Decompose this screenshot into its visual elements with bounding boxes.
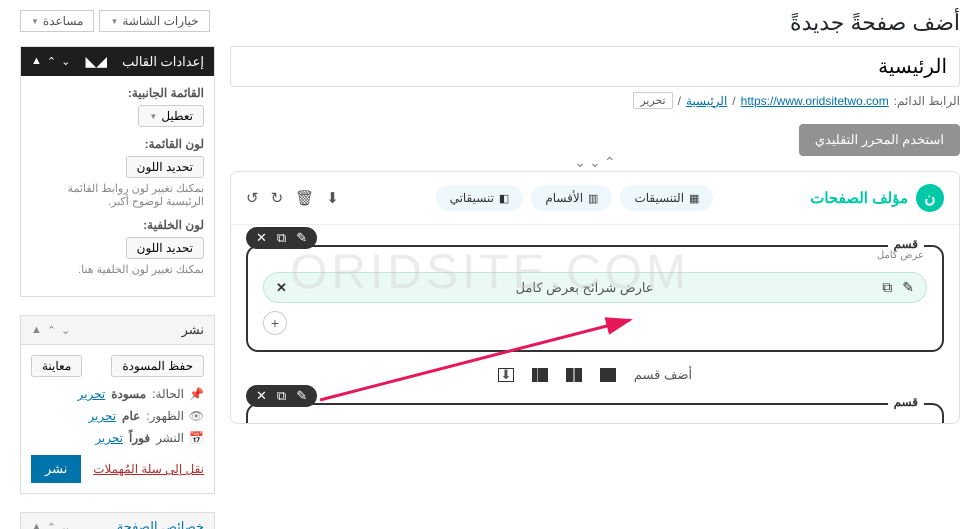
panel-title: إعدادات القالب bbox=[122, 54, 204, 70]
permalink-base-url[interactable]: https://www.oridsitetwo.com bbox=[741, 94, 889, 108]
chevron-down-icon: ▼ bbox=[149, 112, 157, 121]
bg-color-hint: بمكنك تغيير لون الخلفية هنا. bbox=[31, 263, 204, 276]
tab-layouts[interactable]: ▦التنسيقات bbox=[620, 185, 713, 211]
tab-sections[interactable]: ▥الأقسام bbox=[531, 185, 612, 211]
chevron-down-icon[interactable]: ⌄ bbox=[589, 154, 601, 171]
edit-icon[interactable]: ✎ bbox=[902, 279, 914, 296]
add-section-bar: أضف قسم ⬇ bbox=[231, 367, 959, 383]
panel-title: خصائص الصفحة bbox=[117, 519, 204, 529]
builder-section-2: ✎ ⧉ ✕ قسم bbox=[246, 403, 944, 423]
add-module-button[interactable]: + bbox=[263, 311, 287, 335]
bg-color-button[interactable]: تحديد اللون bbox=[126, 237, 204, 259]
close-icon[interactable]: ✕ bbox=[276, 280, 287, 296]
section-controls: ✎ ⧉ ✕ bbox=[246, 227, 317, 249]
menu-color-hint: بمكنك تغيير لون روابط القائمة الرئيسية ل… bbox=[31, 182, 204, 208]
permalink-row: الرابط الدائم: https://www.oridsitetwo.c… bbox=[230, 92, 960, 109]
close-icon[interactable]: ✕ bbox=[256, 230, 267, 246]
collapse-icon[interactable]: ▲ bbox=[31, 55, 42, 68]
download-icon[interactable]: ⬇ bbox=[326, 189, 339, 207]
tab-my-layouts[interactable]: ◧تنسيقاتي bbox=[436, 185, 524, 211]
section-label: قسم bbox=[888, 395, 924, 409]
close-icon[interactable]: ✕ bbox=[256, 388, 267, 404]
section-label: قسم bbox=[888, 237, 924, 251]
chevron-down-icon[interactable]: ⌄ bbox=[61, 521, 70, 529]
layout-more-icon[interactable]: ⬇ bbox=[498, 368, 514, 382]
chevron-up-icon[interactable]: ⌃ bbox=[47, 55, 56, 68]
menu-color-button[interactable]: تحديد اللون bbox=[126, 156, 204, 178]
builder-brand: ن مؤلف الصفحات bbox=[810, 184, 944, 212]
use-classic-editor-button[interactable]: استخدم المحرر التقليدي bbox=[799, 124, 960, 156]
move-to-trash-link[interactable]: نقل إلى سلة المُهملات bbox=[93, 462, 204, 476]
chevron-down-icon: ▼ bbox=[110, 17, 118, 26]
theme-settings-panel: إعدادات القالب ◢◣ ⌄ ⌃ ▲ القائمة الجانبية… bbox=[20, 46, 215, 297]
chevron-down-icon[interactable]: ⌄ bbox=[61, 324, 70, 337]
chevron-down-icon[interactable]: ⌄ bbox=[574, 154, 586, 171]
edit-visibility-link[interactable]: تحرير bbox=[88, 409, 116, 423]
permalink-slug[interactable]: الرئيسية bbox=[686, 94, 727, 108]
redo-icon[interactable]: ↻ bbox=[271, 189, 284, 207]
calendar-icon: 📅 bbox=[190, 431, 204, 445]
help-button[interactable]: مساعدة▼ bbox=[20, 10, 94, 32]
eye-icon: 👁 bbox=[190, 409, 204, 423]
module-slider[interactable]: ✎ ⧉ عارض شرائح بعرض كامل ✕ bbox=[263, 272, 927, 303]
builder-collapse-controls[interactable]: ⌃ ⌄ ⌄ bbox=[574, 154, 615, 171]
screen-options-button[interactable]: خيارات الشاشة▼ bbox=[99, 10, 209, 32]
permalink-edit-button[interactable]: تحرير bbox=[633, 92, 672, 109]
pin-icon: 📌 bbox=[190, 387, 204, 401]
module-name: عارض شرائح بعرض كامل bbox=[516, 280, 654, 296]
chevron-up-icon[interactable]: ⌃ bbox=[604, 154, 616, 171]
theme-logo-icon: ◢◣ bbox=[85, 53, 107, 70]
duplicate-icon[interactable]: ⧉ bbox=[277, 388, 286, 404]
chevron-up-icon[interactable]: ⌃ bbox=[47, 324, 56, 337]
page-attributes-panel: خصائص الصفحة ⌄ ⌃ ▲ bbox=[20, 512, 215, 529]
columns-icon: ▥ bbox=[588, 192, 598, 205]
grid-icon: ▦ bbox=[689, 192, 699, 205]
trash-icon[interactable]: 🗑 bbox=[295, 189, 314, 207]
undo-icon[interactable]: ↺ bbox=[246, 189, 259, 207]
publish-panel: نشر ⌄ ⌃ ▲ حفظ المسودة معاينة 📌 الحالة: bbox=[20, 315, 215, 494]
page-title: أضف صفحةً جديدةً bbox=[790, 10, 960, 36]
edit-icon[interactable]: ✎ bbox=[296, 388, 307, 404]
chevron-down-icon[interactable]: ⌄ bbox=[61, 55, 70, 68]
menu-color-label: لون القائمة: bbox=[31, 137, 204, 151]
panel-title: نشر bbox=[182, 322, 204, 338]
builder-section-1: ✎ ⧉ ✕ قسم عرض كامل ✎ ⧉ عارض شرائح بعرض ك… bbox=[246, 245, 944, 352]
layout-sidebar-icon[interactable] bbox=[532, 368, 548, 382]
layout-half-icon[interactable] bbox=[566, 368, 582, 382]
page-builder: ⌃ ⌄ ⌄ ن مؤلف الصفحات ▦التنسيقات ▥الأقسام… bbox=[230, 171, 960, 424]
save-icon: ◧ bbox=[499, 192, 509, 205]
chevron-up-icon[interactable]: ⌃ bbox=[47, 521, 56, 529]
collapse-icon[interactable]: ▲ bbox=[31, 324, 42, 337]
add-section-label: أضف قسم bbox=[634, 367, 692, 383]
edit-schedule-link[interactable]: تحرير bbox=[95, 431, 123, 445]
section-controls: ✎ ⧉ ✕ bbox=[246, 385, 317, 407]
duplicate-icon[interactable]: ⧉ bbox=[882, 279, 892, 296]
section-sublabel: عرض كامل bbox=[877, 250, 924, 261]
duplicate-icon[interactable]: ⧉ bbox=[277, 230, 286, 246]
layout-full-icon[interactable] bbox=[600, 368, 616, 382]
chevron-down-icon: ▼ bbox=[31, 17, 39, 26]
edit-status-link[interactable]: تحرير bbox=[78, 387, 106, 401]
preview-button[interactable]: معاينة bbox=[31, 355, 82, 377]
page-title-input[interactable] bbox=[230, 46, 960, 87]
side-menu-toggle[interactable]: تعطيل▼ bbox=[138, 105, 204, 127]
side-menu-label: القائمة الجانبية: bbox=[31, 86, 204, 100]
collapse-icon[interactable]: ▲ bbox=[31, 521, 42, 529]
publish-button[interactable]: نشر bbox=[31, 455, 81, 483]
bg-color-label: لون الخلفية: bbox=[31, 218, 204, 232]
brand-icon: ن bbox=[916, 184, 944, 212]
save-draft-button[interactable]: حفظ المسودة bbox=[111, 355, 204, 377]
edit-icon[interactable]: ✎ bbox=[296, 230, 307, 246]
